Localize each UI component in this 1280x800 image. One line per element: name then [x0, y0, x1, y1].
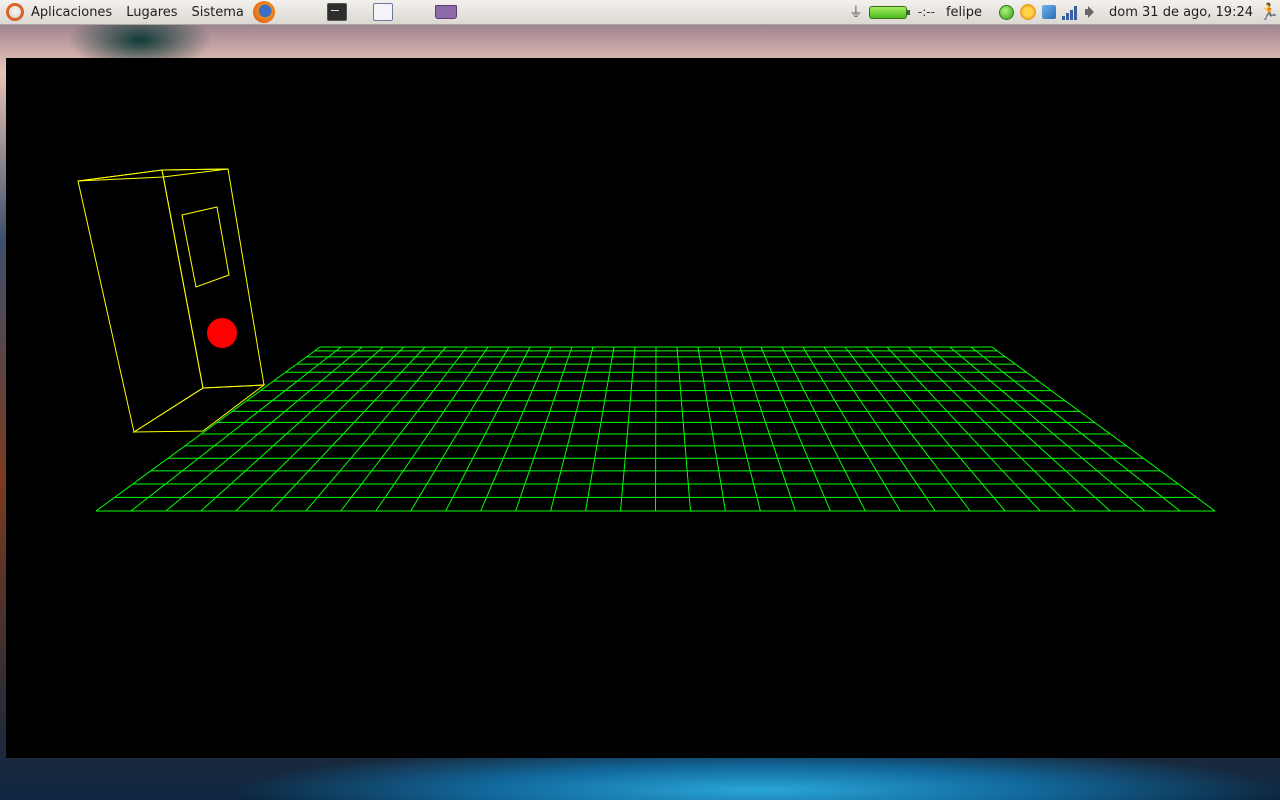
menu-lugares[interactable]: Lugares	[119, 0, 184, 25]
text-editor-icon[interactable]	[372, 3, 393, 21]
terminal-icon[interactable]	[326, 3, 347, 21]
floor-grid	[95, 346, 1216, 512]
grid-column-line	[235, 346, 405, 512]
grid-column-line	[718, 346, 761, 512]
battery-time: -:--	[917, 5, 935, 19]
power-plug-icon[interactable]: ⏚	[849, 2, 863, 22]
grid-column-line	[340, 346, 468, 512]
grid-column-line	[655, 346, 657, 512]
grid-column-line	[480, 346, 552, 512]
menu-aplicaciones[interactable]: Aplicaciones	[24, 0, 119, 25]
update-notifier-icon[interactable]	[1020, 4, 1037, 20]
grid-column-line	[697, 346, 726, 512]
ubuntu-logo-icon[interactable]	[6, 3, 24, 21]
grid-column-line	[676, 346, 691, 512]
grid-column-line	[907, 346, 1076, 512]
firefox-icon[interactable]	[252, 1, 275, 23]
wireframe-box	[77, 168, 266, 433]
grid-column-line	[585, 346, 615, 512]
status-indicator-icon[interactable]	[999, 4, 1015, 20]
box-top-face	[77, 168, 229, 182]
grid-column-line	[445, 346, 531, 512]
menu-sistema[interactable]: Sistema	[185, 0, 251, 25]
grid-column-line	[270, 346, 426, 512]
top-panel: Aplicaciones Lugares Sistema ⏚ -:-- feli…	[0, 0, 1280, 25]
signal-strength-icon[interactable]	[1062, 4, 1078, 20]
grid-column-line	[991, 346, 1216, 512]
red-ball	[207, 318, 237, 348]
box-side-face	[161, 168, 265, 389]
grid-column-line	[781, 346, 866, 512]
opengl-window[interactable]	[6, 58, 1280, 758]
clock[interactable]: dom 31 de ago, 19:24	[1109, 5, 1253, 20]
grid-column-line	[970, 346, 1181, 512]
volume-icon[interactable]	[1084, 5, 1098, 19]
network-manager-icon[interactable]	[1042, 5, 1057, 19]
grid-column-line	[550, 346, 594, 512]
box-bottom-edge	[132, 384, 266, 433]
battery-icon[interactable]	[868, 5, 910, 19]
grid-column-line	[739, 346, 796, 512]
running-man-icon[interactable]: 🏃	[1259, 3, 1279, 21]
3d-scene-canvas[interactable]	[6, 58, 1280, 758]
grid-column-line	[200, 346, 384, 512]
grid-column-line	[165, 346, 363, 512]
grid-column-line	[823, 346, 936, 512]
grid-column-line	[95, 346, 321, 512]
grid-column-line	[515, 346, 573, 512]
user-name[interactable]: felipe	[946, 5, 982, 20]
grid-column-line	[760, 346, 831, 512]
grid-column-line	[949, 346, 1146, 512]
package-icon[interactable]	[434, 5, 457, 19]
grid-column-line	[802, 346, 901, 512]
grid-column-line	[928, 346, 1111, 512]
grid-column-line	[620, 346, 636, 512]
grid-column-line	[865, 346, 1006, 512]
grid-column-line	[375, 346, 489, 512]
box-window	[181, 206, 230, 288]
grid-column-line	[844, 346, 971, 512]
grid-column-line	[130, 346, 342, 512]
box-front-face	[77, 169, 204, 433]
grid-column-line	[886, 346, 1041, 512]
